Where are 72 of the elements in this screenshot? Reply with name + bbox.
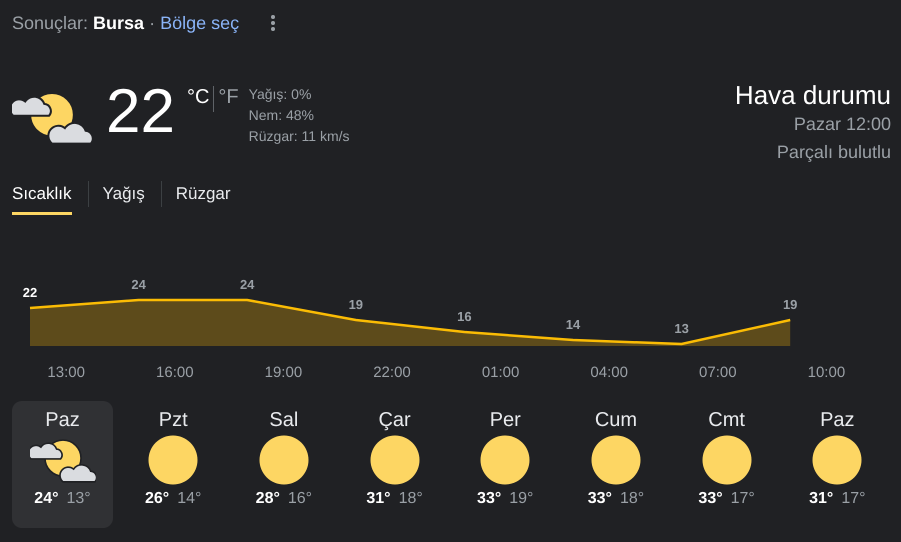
day-name: Cum [594,409,638,432]
hour-label: 10:00 [808,364,846,381]
high-temperature: 33° [698,490,723,508]
sun-icon [148,435,198,485]
high-temperature: 33° [477,490,502,508]
region-link[interactable]: Bölge seç [160,12,240,34]
chart-tab[interactable]: Rüzgar [176,180,231,214]
day-name: Cmt [708,409,745,432]
high-temperature: 33° [588,490,612,508]
low-temperature: 19° [509,490,534,508]
sun-icon [812,435,862,485]
weather-title: Hava durumu [734,80,891,110]
high-temperature: 31° [366,490,391,508]
unit-toggle[interactable]: °F [214,86,243,109]
low-temperature: 17° [841,490,866,508]
day-name: Per [490,409,521,432]
high-temperature: 31° [809,490,834,508]
day-forecast-card[interactable]: Paz 24° 13° [12,401,113,528]
more-options-icon[interactable] [270,14,276,32]
results-label: Sonuçlar: [12,12,88,34]
chart-tab[interactable]: Sıcaklık [12,180,72,214]
day-forecast-card[interactable]: Paz 31° 17° [786,401,888,528]
low-temperature: 17° [730,490,755,508]
day-forecast-card[interactable]: Sal 28° 16° [233,401,334,528]
weather-detail: Rüzgar: 11 km/s [248,127,350,146]
day-forecast-card[interactable]: Cmt 33° 17° [676,401,778,528]
day-forecast-card[interactable]: Çar 31° 18° [344,401,446,528]
hour-label: 04:00 [590,364,628,381]
weather-detail: Yağış: 0% [248,85,312,104]
temperature-label: 19 [782,297,798,312]
low-temperature: 16° [288,490,312,508]
day-forecast-card[interactable]: Pzt 26° 14° [122,401,224,528]
hour-label: 13:00 [47,364,85,381]
hour-label: 19:00 [264,364,302,381]
day-name: Paz [45,409,80,432]
hour-label: 01:00 [482,364,520,381]
day-name: Paz [820,409,855,432]
low-temperature: 18° [398,490,423,508]
sun-icon [258,435,309,485]
temperature-label: 19 [348,297,364,312]
day-forecast-card[interactable]: Per 33° 19° [454,401,556,528]
sun-icon [702,435,752,485]
hour-label: 16:00 [156,364,194,381]
day-name: Pzt [158,409,188,432]
temperature-label: 22 [22,285,38,300]
day-name: Sal [269,409,298,432]
weather-detail: Nem: 48% [248,106,315,125]
sun-icon [590,435,641,485]
separator-dot: · [149,12,156,34]
hour-label: 22:00 [373,364,411,381]
high-temperature: 28° [256,490,280,508]
sun-icon [480,435,530,485]
day-name: Çar [378,409,411,432]
high-temperature: 24° [34,490,58,508]
low-temperature: 18° [620,490,644,508]
chart-tab[interactable]: Yağış [102,180,145,214]
unit-toggle[interactable]: °C [182,86,214,109]
low-temperature: 13° [66,490,91,508]
temperature-label: 24 [240,277,254,292]
temperature-label: 16 [457,309,472,324]
current-temperature: 22 [106,79,175,145]
temperature-label: 14 [566,317,580,332]
condition-text: Parçalı bulutlu [776,141,891,164]
low-temperature: 14° [177,490,202,508]
location-name: Bursa [93,12,144,34]
hour-label: 07:00 [699,364,737,381]
temperature-label: 13 [674,321,689,336]
day-time: Pazar 12:00 [794,113,891,136]
day-forecast-card[interactable]: Cum 33° 18° [565,401,666,528]
high-temperature: 26° [144,490,170,508]
temperature-label: 24 [131,277,146,292]
sun-icon [370,435,420,485]
